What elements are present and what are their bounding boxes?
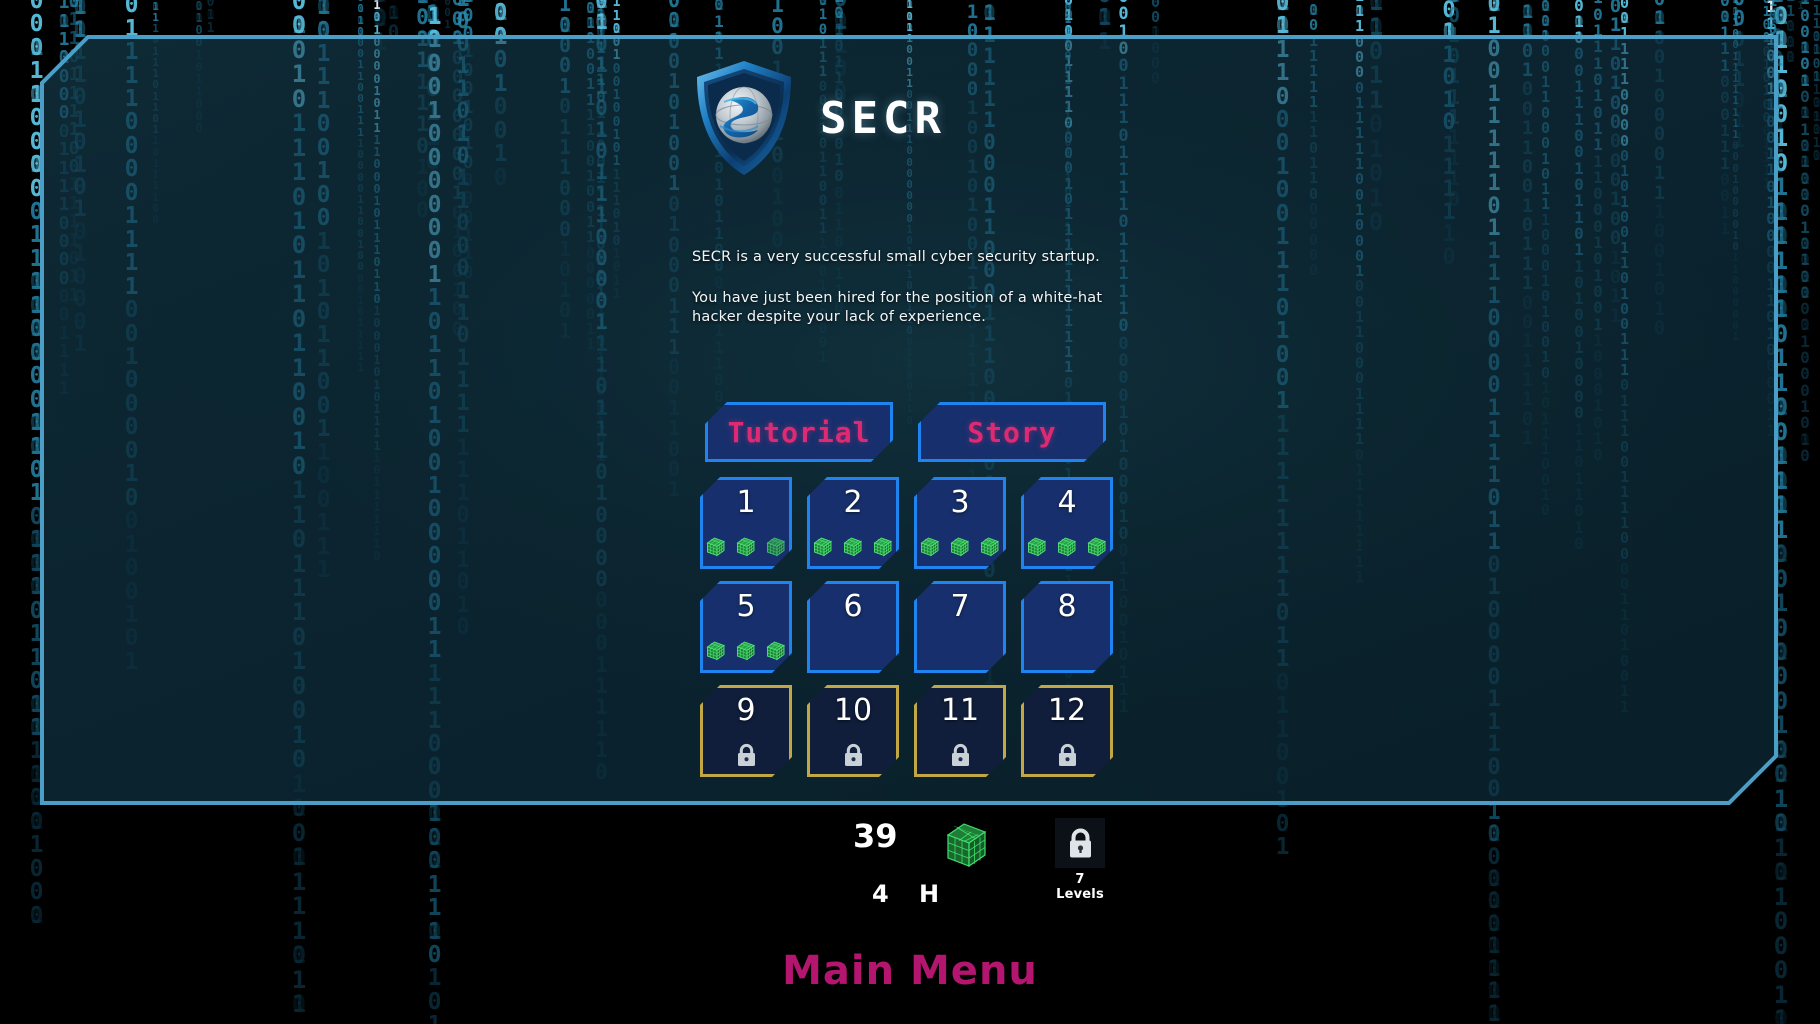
mode-button-story[interactable]: Story bbox=[918, 402, 1106, 462]
level-tile-2[interactable]: 2 bbox=[807, 477, 899, 569]
level-number: 9 bbox=[736, 695, 755, 727]
level-number: 12 bbox=[1048, 695, 1086, 727]
green-cube-icon bbox=[766, 641, 786, 661]
green-cube-icon bbox=[873, 537, 893, 557]
level-cube-row bbox=[703, 537, 789, 557]
green-cube-icon bbox=[736, 641, 756, 661]
level-tile-3[interactable]: 3 bbox=[914, 477, 1006, 569]
green-cube-icon bbox=[920, 537, 940, 557]
green-cube-icon bbox=[1027, 537, 1047, 557]
time-unit: H bbox=[919, 880, 939, 908]
green-cube-icon bbox=[706, 537, 726, 557]
level-number: 1 bbox=[736, 487, 755, 519]
level-tile-1[interactable]: 1 bbox=[700, 477, 792, 569]
level-tile-10[interactable]: 10 bbox=[807, 685, 899, 777]
padlock-icon bbox=[1055, 818, 1105, 868]
green-cube-icon bbox=[843, 537, 863, 557]
green-cube-icon bbox=[950, 537, 970, 557]
green-cube-icon bbox=[980, 537, 1000, 557]
level-tile-5[interactable]: 5 bbox=[700, 581, 792, 673]
locked-levels-badge: 7 Levels bbox=[1052, 818, 1108, 902]
main-menu-button[interactable]: Main Menu bbox=[0, 948, 1820, 994]
green-cube-icon bbox=[736, 537, 756, 557]
level-number: 8 bbox=[1057, 591, 1076, 623]
stats-row: 39 4 H 7 Levels bbox=[690, 800, 1130, 925]
level-tile-7[interactable]: 7 bbox=[914, 581, 1006, 673]
green-cube-icon bbox=[946, 823, 987, 868]
time-value: 4 bbox=[872, 880, 889, 908]
level-number: 6 bbox=[843, 591, 862, 623]
level-cube-row bbox=[1024, 537, 1110, 557]
mode-button-tutorial[interactable]: Tutorial bbox=[705, 402, 893, 462]
intro-description: SECR is a very successful small cyber se… bbox=[692, 248, 1132, 328]
green-cube-icon bbox=[766, 537, 786, 557]
level-tile-6[interactable]: 6 bbox=[807, 581, 899, 673]
green-cube-icon bbox=[1087, 537, 1107, 557]
level-lock bbox=[1024, 743, 1110, 767]
level-number: 3 bbox=[950, 487, 969, 519]
level-tile-12[interactable]: 12 bbox=[1021, 685, 1113, 777]
level-lock bbox=[810, 743, 896, 767]
intro-line-2: You have just been hired for the positio… bbox=[692, 289, 1132, 328]
padlock-icon bbox=[843, 743, 864, 767]
level-number: 10 bbox=[834, 695, 872, 727]
level-cube-row bbox=[703, 641, 789, 661]
level-cube-row bbox=[917, 537, 1003, 557]
mode-button-label: Tutorial bbox=[728, 416, 871, 449]
level-lock bbox=[917, 743, 1003, 767]
level-number: 4 bbox=[1057, 487, 1076, 519]
level-tile-11[interactable]: 11 bbox=[914, 685, 1006, 777]
level-tile-4[interactable]: 4 bbox=[1021, 477, 1113, 569]
level-number: 11 bbox=[941, 695, 979, 727]
mode-buttons: Tutorial Story bbox=[705, 402, 1106, 462]
green-cube-icon bbox=[706, 641, 726, 661]
locked-levels-label: 7 Levels bbox=[1052, 872, 1108, 902]
shield-s-logo-icon bbox=[697, 61, 791, 175]
cube-score-value: 39 bbox=[853, 817, 898, 855]
intro-line-1: SECR is a very successful small cyber se… bbox=[692, 248, 1132, 268]
game-title: SECR bbox=[820, 93, 946, 144]
level-lock bbox=[703, 743, 789, 767]
mode-button-label: Story bbox=[967, 416, 1056, 449]
level-tile-9[interactable]: 9 bbox=[700, 685, 792, 777]
padlock-icon bbox=[1057, 743, 1078, 767]
game-screen: 0100010011101001111101001111111100000101… bbox=[0, 0, 1820, 1024]
green-cube-icon bbox=[813, 537, 833, 557]
level-cube-row bbox=[810, 537, 896, 557]
level-tile-8[interactable]: 8 bbox=[1021, 581, 1113, 673]
level-number: 5 bbox=[736, 591, 755, 623]
level-grid: 1 2 3 4 5 6 7 8 9 10 11 12 bbox=[700, 477, 1113, 777]
padlock-icon bbox=[950, 743, 971, 767]
game-header: SECR bbox=[690, 61, 1110, 175]
padlock-icon bbox=[736, 743, 757, 767]
green-cube-icon bbox=[1057, 537, 1077, 557]
level-number: 7 bbox=[950, 591, 969, 623]
main-menu-label: Main Menu bbox=[782, 948, 1038, 994]
level-number: 2 bbox=[843, 487, 862, 519]
